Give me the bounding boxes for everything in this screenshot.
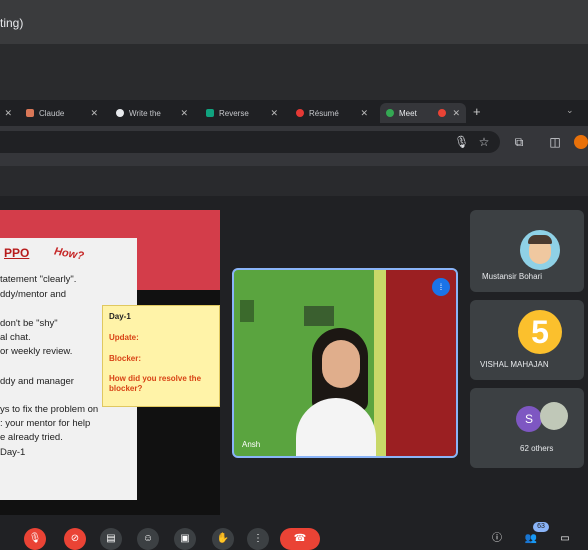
bookmarks-bar [0, 158, 588, 166]
leave-call-button[interactable]: ☎ [280, 528, 320, 550]
participant-tile[interactable]: 5 VISHAL MAHAJAN [470, 300, 584, 380]
background-frame [240, 300, 254, 322]
heart-favicon-icon [296, 109, 304, 117]
close-icon[interactable]: ✕ [452, 108, 460, 119]
tab-claude[interactable]: Claude ✕ [20, 103, 104, 123]
presenter-name: Ansh [242, 440, 261, 449]
address-bar[interactable] [0, 131, 500, 153]
present-icon: ▣ [180, 533, 190, 544]
more-icon: ⋮ [253, 533, 263, 544]
others-count: 62 others [520, 444, 554, 453]
info-icon: ⓘ [492, 533, 502, 544]
emoji-icon: ☺ [142, 533, 154, 544]
slide-line: e already tried. [0, 432, 63, 443]
sticky-day: Day-1 [109, 312, 131, 321]
info-button[interactable]: ⓘ [486, 528, 508, 550]
slide-line: al chat. [0, 332, 31, 343]
extensions-icon[interactable]: ⧉ [512, 135, 526, 149]
meet-favicon-icon [386, 109, 394, 117]
star-icon[interactable]: ☆ [477, 135, 491, 149]
tab-label: Claude [39, 108, 65, 118]
hangup-icon: ☎ [293, 533, 307, 544]
raise-hand-button[interactable]: ✋ [212, 528, 234, 550]
camera-off-button[interactable]: ⊘ [64, 528, 86, 550]
mic-off-button[interactable]: 🎙 [24, 528, 46, 550]
speaking-indicator-icon: ⁞ [432, 278, 450, 296]
presenter-tile[interactable]: ⁞ Ansh [232, 268, 458, 458]
mic-icon[interactable]: 🎙 [454, 135, 469, 149]
participant-tile[interactable]: Mustansir Bohari [470, 210, 584, 292]
reactions-button[interactable]: ☺ [137, 528, 159, 550]
sticky-note: Day-1 Update: Blocker: How did you resol… [102, 305, 220, 407]
avatar: S [516, 406, 542, 432]
tab-resume[interactable]: Résumé ✕ [290, 103, 374, 123]
slide-line: ddy/mentor and [0, 289, 67, 300]
sticky-question: How did you resolve the blocker? [109, 374, 202, 393]
sticky-update: Update: [109, 333, 139, 342]
captions-icon: ▤ [106, 533, 116, 544]
slide-title: PPO [4, 246, 30, 260]
tab-meet[interactable]: Meet ✕ [380, 103, 466, 123]
presenter-face [322, 340, 360, 388]
chatgpt-favicon-icon [116, 109, 124, 117]
tab-label: Meet [399, 108, 417, 118]
tab-label: Write the [129, 108, 161, 118]
slide-line: ys to fix the problem on [0, 404, 99, 415]
slide-line: ddy and manager [0, 376, 74, 387]
slide-line: : your mentor for help [0, 418, 91, 429]
page-header-strip [0, 166, 588, 196]
participant-name: VISHAL MAHAJAN [480, 360, 549, 369]
present-button[interactable]: ▣ [174, 528, 196, 550]
tab-partial[interactable]: ✕ [0, 103, 14, 123]
tab-reverse[interactable]: Reverse ✕ [200, 103, 284, 123]
background-curtain [386, 270, 456, 456]
avatar: 5 [518, 310, 562, 354]
slide-line: Day-1 [0, 447, 26, 458]
claude-favicon-icon [26, 109, 34, 117]
avatar [540, 402, 568, 430]
recording-icon [438, 109, 446, 117]
slide-line: tatement "clearly". [0, 274, 77, 285]
close-icon[interactable]: ✕ [90, 108, 98, 119]
people-count-badge: 63 [533, 522, 549, 532]
slide-line: don't be "shy" [0, 318, 58, 329]
avatar-hair [528, 235, 552, 244]
others-tile[interactable]: S 62 others [470, 388, 584, 468]
tab-label: Reverse [219, 108, 249, 118]
window-title: ting) [0, 16, 24, 30]
hand-icon: ✋ [216, 533, 230, 544]
participant-name: Mustansir Bohari [482, 272, 543, 281]
sidepanel-icon[interactable]: ◫ [548, 135, 562, 149]
profile-avatar[interactable] [574, 135, 588, 149]
camera-off-icon: ⊘ [70, 533, 80, 544]
presentation-tile[interactable]: PPO How? tatement "clearly". ddy/mentor … [0, 210, 220, 515]
captions-button[interactable]: ▤ [100, 528, 122, 550]
sheet-favicon-icon [206, 109, 214, 117]
new-tab-icon[interactable]: + [473, 104, 481, 119]
avatar [520, 230, 560, 270]
chat-button[interactable]: ▭ [554, 528, 576, 550]
close-icon[interactable]: ✕ [360, 108, 368, 119]
more-options-button[interactable]: ⋮ [247, 528, 269, 550]
chat-icon: ▭ [560, 533, 570, 544]
close-icon[interactable]: ✕ [270, 108, 278, 119]
sticky-blocker: Blocker: [109, 354, 142, 363]
tab-write[interactable]: Write the ✕ [110, 103, 194, 123]
mic-off-icon: 🎙 [28, 533, 42, 544]
window-chrome-gap [0, 44, 588, 100]
window-title-bar: ting) [0, 0, 588, 44]
tab-search-icon[interactable]: ⌄ [566, 105, 574, 116]
tab-label: Résumé [309, 108, 339, 118]
close-icon[interactable]: ✕ [180, 108, 188, 119]
slide-line: or weekly review. [0, 346, 73, 357]
background-frame [304, 306, 334, 326]
